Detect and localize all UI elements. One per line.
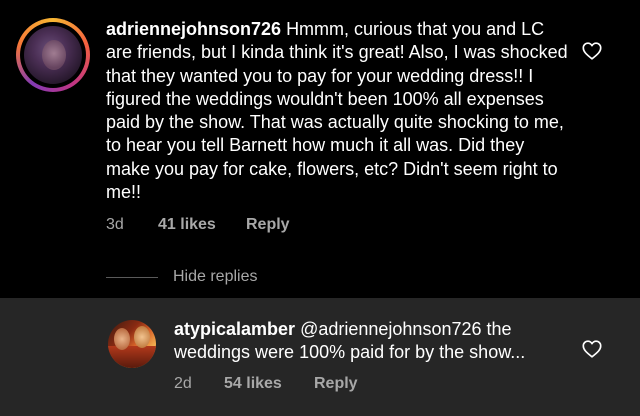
comment-text: Hmmm, curious that you and LC are friend… <box>106 19 568 203</box>
comment-body: adriennejohnson726 Hmmm, curious that yo… <box>106 18 571 204</box>
avatar-photo <box>108 346 156 368</box>
avatar-photo <box>42 40 66 70</box>
reply-comment: atypicalamber @adriennejohnson726 the we… <box>0 298 640 416</box>
divider-line <box>106 276 158 278</box>
reply-username[interactable]: atypicalamber <box>174 319 295 339</box>
hide-replies-button[interactable]: Hide replies <box>106 266 257 288</box>
comment: adriennejohnson726 Hmmm, curious that yo… <box>0 0 640 300</box>
avatar[interactable] <box>24 26 82 84</box>
comment-username[interactable]: adriennejohnson726 <box>106 19 281 39</box>
comment-likes[interactable]: 41 likes <box>158 216 246 234</box>
hide-replies-label: Hide replies <box>173 268 258 285</box>
avatar-photo-face <box>114 328 130 350</box>
reply-meta: 2d 54 likes Reply <box>174 373 358 395</box>
heart-icon[interactable] <box>581 40 603 62</box>
reply-button[interactable]: Reply <box>314 375 358 393</box>
reply-avatar[interactable] <box>108 320 156 368</box>
reply-timestamp: 2d <box>174 375 192 392</box>
reply-button[interactable]: Reply <box>246 216 290 234</box>
avatar-photo-face <box>134 326 150 348</box>
reply-body: atypicalamber @adriennejohnson726 the we… <box>174 318 564 365</box>
heart-icon[interactable] <box>581 338 603 360</box>
comment-timestamp: 3d <box>106 216 124 233</box>
reply-likes[interactable]: 54 likes <box>224 375 314 393</box>
comments-thread: adriennejohnson726 Hmmm, curious that yo… <box>0 0 640 416</box>
comment-meta: 3d 41 likes Reply <box>106 214 290 236</box>
